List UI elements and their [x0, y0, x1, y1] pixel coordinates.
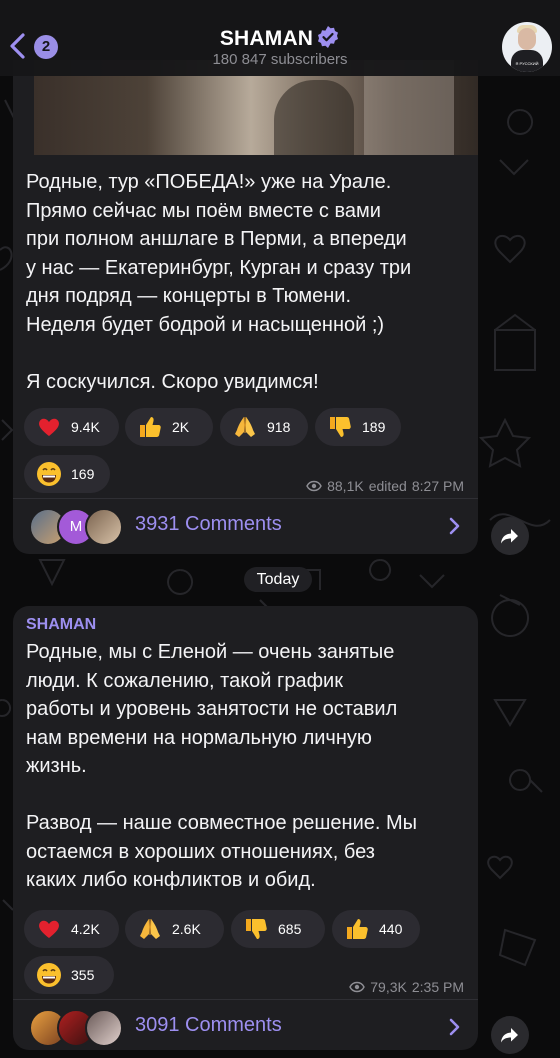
message-meta: 88,1K edited 8:27 PM	[306, 478, 464, 494]
edited-label: edited	[368, 478, 407, 494]
message-time: 2:35 PM	[411, 979, 464, 995]
thumbs-down-icon	[330, 417, 351, 437]
reaction-pill[interactable]: 9.4K	[24, 408, 119, 446]
message-text: Родные, мы с Еленой — очень занятые люди…	[26, 641, 418, 891]
reaction-count: 189	[362, 419, 386, 435]
avatar-caption: Я РУССКИЙ	[515, 61, 539, 66]
reaction-count: 685	[278, 921, 302, 937]
message-bubble[interactable]: Родные, тур «ПОБЕДА!» уже на Урале. Прям…	[13, 60, 478, 554]
message-bubble[interactable]: SHAMAN Родные, мы с Еленой — очень занят…	[13, 606, 478, 1050]
message-time: 8:27 PM	[411, 478, 464, 494]
reaction-pill[interactable]: 2K	[125, 408, 213, 446]
channel-name: SHAMAN	[219, 27, 314, 50]
reaction-pill[interactable]: 685	[231, 910, 325, 948]
thumbs-down-icon	[246, 919, 267, 939]
message-text: Родные, тур «ПОБЕДА!» уже на Урале. Прям…	[26, 171, 412, 393]
eye-icon	[306, 480, 322, 492]
reaction-count: 2.6K	[172, 921, 201, 937]
comments-label: 3931 Comments	[135, 513, 282, 535]
reaction-pill[interactable]: 169	[24, 455, 110, 493]
reaction-pill[interactable]: 4.2K	[24, 910, 119, 948]
heart-icon	[39, 920, 59, 938]
comments-divider	[13, 498, 478, 499]
reaction-pill[interactable]: 189	[315, 408, 401, 446]
comments-label: 3091 Comments	[135, 1014, 282, 1036]
commenter-avatars: M	[29, 508, 139, 546]
reaction-count: 355	[71, 967, 95, 983]
reaction-pill[interactable]: 2.6K	[125, 910, 224, 948]
avatar-face	[518, 28, 536, 50]
comments-button[interactable]: M 3931 Comments	[13, 500, 478, 552]
folded-hands-icon	[235, 416, 255, 437]
channel-title[interactable]: SHAMAN	[0, 25, 560, 51]
reaction-count: 169	[71, 466, 95, 482]
folded-hands-icon	[140, 918, 160, 939]
chat-header: 2 SHAMAN 180 847 subscribers Я РУССКИЙ	[0, 0, 560, 76]
photo-detail	[274, 80, 354, 155]
reaction-count: 440	[379, 921, 403, 937]
heart-icon	[39, 418, 59, 436]
view-count: 79,3K	[370, 979, 407, 995]
share-button[interactable]	[491, 1016, 529, 1054]
grinning-face-icon	[37, 963, 61, 987]
thumbs-up-icon	[140, 417, 161, 437]
subscriber-count: 180 847 subscribers	[212, 51, 348, 68]
reaction-pill[interactable]: 440	[332, 910, 420, 948]
commenter-avatar	[85, 508, 123, 546]
chevron-right-icon	[449, 517, 460, 535]
eye-icon	[349, 981, 366, 993]
comments-divider	[13, 999, 478, 1000]
share-arrow-icon	[501, 1028, 518, 1043]
commenter-avatar	[85, 1009, 123, 1047]
verified-badge-icon	[318, 26, 339, 48]
date-separator: Today	[244, 567, 312, 592]
commenter-avatars	[29, 1009, 139, 1047]
reaction-count: 4.2K	[71, 921, 100, 937]
reaction-pill[interactable]: 355	[24, 956, 114, 994]
reaction-count: 9.4K	[71, 419, 100, 435]
sender-name[interactable]: SHAMAN	[26, 616, 96, 634]
reaction-pill[interactable]: 918	[220, 408, 308, 446]
share-arrow-icon	[501, 529, 518, 544]
view-count: 88,1K	[327, 478, 364, 494]
comments-button[interactable]: 3091 Comments	[13, 1001, 478, 1050]
chevron-right-icon	[449, 1018, 460, 1036]
thumbs-up-icon	[347, 919, 368, 939]
grinning-face-icon	[37, 462, 61, 486]
share-button[interactable]	[491, 517, 529, 555]
reaction-count: 918	[267, 419, 291, 435]
channel-avatar[interactable]: Я РУССКИЙ	[502, 22, 552, 72]
reaction-count: 2K	[172, 419, 190, 435]
message-meta: 79,3K 2:35 PM	[349, 979, 464, 995]
